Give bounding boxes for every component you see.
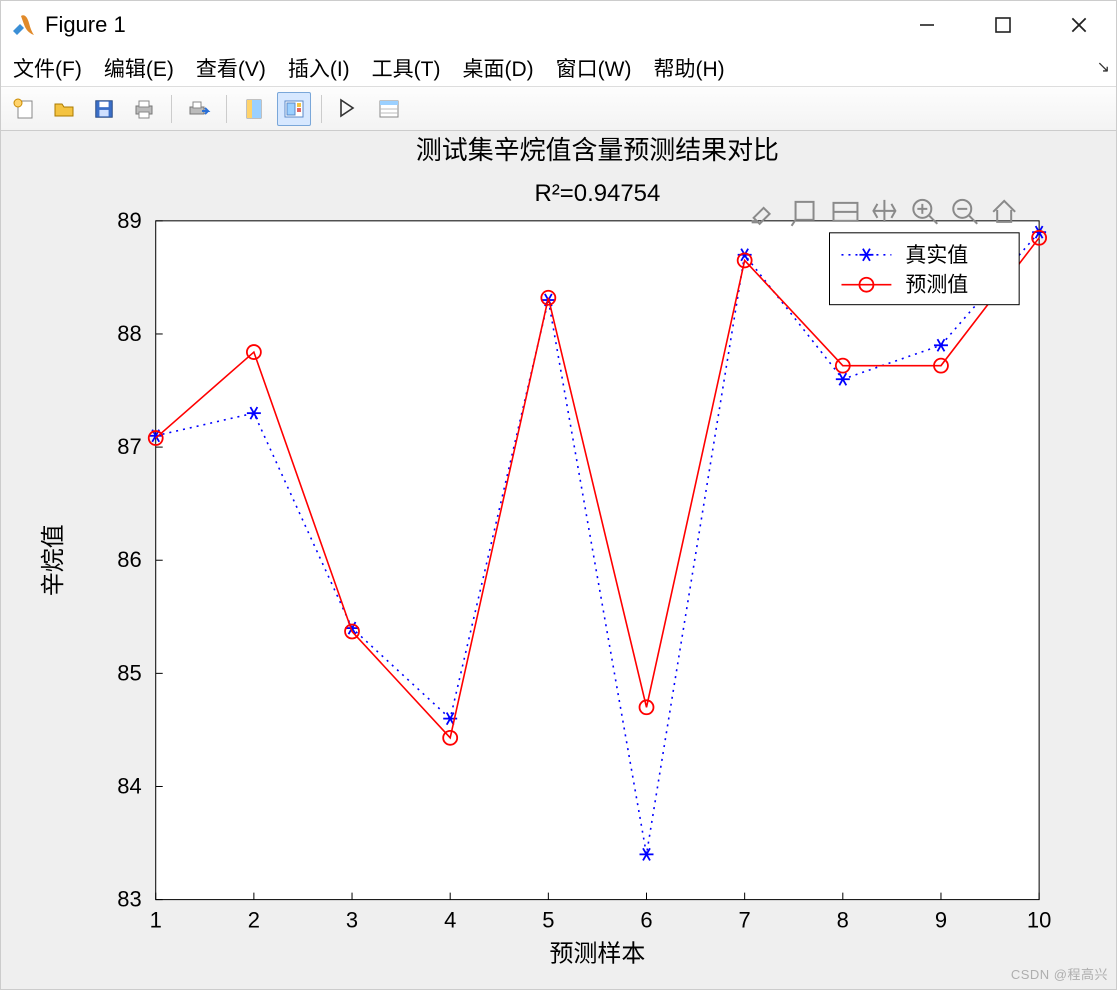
menu-tools[interactable]: 工具(T) [368, 51, 445, 85]
link-plot-button[interactable] [237, 92, 271, 126]
titlebar: Figure 1 [1, 1, 1116, 49]
print-button[interactable] [127, 92, 161, 126]
toolbar [1, 87, 1116, 131]
y-tick-label: 88 [117, 321, 141, 346]
insert-colorbar-button[interactable] [277, 92, 311, 126]
window-title: Figure 1 [45, 12, 126, 38]
x-tick-label: 10 [1027, 908, 1051, 933]
home-icon[interactable] [993, 201, 1015, 222]
x-axis-label: 预测样本 [550, 940, 646, 967]
y-tick-label: 87 [117, 434, 141, 459]
y-tick-label: 83 [117, 887, 141, 912]
chart-svg: 测试集辛烷值含量预测结果对比R²=0.947541234567891083848… [1, 131, 1116, 987]
x-tick-label: 5 [542, 908, 554, 933]
legend-pred-label: 预测值 [905, 274, 968, 297]
y-axis-label: 辛烷值 [40, 524, 67, 596]
menu-file[interactable]: 文件(F) [9, 51, 86, 85]
matlab-icon [11, 13, 35, 37]
window-controls [904, 5, 1102, 45]
y-tick-label: 85 [117, 660, 141, 685]
pan-icon[interactable] [873, 200, 895, 222]
x-tick-label: 4 [444, 908, 456, 933]
new-figure-button[interactable] [7, 92, 41, 126]
x-tick-label: 3 [346, 908, 358, 933]
figure-window: Figure 1 文件(F) 编辑(E) 查看(V) 插入(I) 工具(T) 桌… [0, 0, 1117, 990]
menu-insert[interactable]: 插入(I) [284, 51, 354, 85]
menubar: 文件(F) 编辑(E) 查看(V) 插入(I) 工具(T) 桌面(D) 窗口(W… [1, 49, 1116, 87]
x-tick-label: 1 [150, 908, 162, 933]
chart-title: 测试集辛烷值含量预测结果对比 [416, 136, 779, 165]
watermark-text: CSDN @程高兴 [1011, 964, 1108, 983]
save-button[interactable] [87, 92, 121, 126]
zoom-out-icon[interactable] [953, 200, 977, 224]
menu-view[interactable]: 查看(V) [192, 51, 270, 85]
x-tick-label: 6 [640, 908, 652, 933]
zoom-in-icon[interactable] [913, 200, 937, 224]
menu-help[interactable]: 帮助(H) [649, 51, 728, 85]
edit-plot-button[interactable] [332, 92, 366, 126]
x-tick-label: 8 [837, 908, 849, 933]
dock-arrow-icon[interactable]: ↘ [1097, 57, 1110, 77]
x-tick-label: 7 [739, 908, 751, 933]
menu-edit[interactable]: 编辑(E) [100, 51, 178, 85]
maximize-button[interactable] [980, 5, 1026, 45]
property-inspector-button[interactable] [372, 92, 406, 126]
close-button[interactable] [1056, 5, 1102, 45]
x-tick-label: 2 [248, 908, 260, 933]
figure-canvas: 测试集辛烷值含量预测结果对比R²=0.947541234567891083848… [1, 131, 1116, 989]
y-tick-label: 89 [117, 208, 141, 233]
minimize-button[interactable] [904, 5, 950, 45]
y-tick-label: 86 [117, 547, 141, 572]
legend-true-label: 真实值 [905, 244, 968, 267]
x-tick-label: 9 [935, 908, 947, 933]
menu-window[interactable]: 窗口(W) [552, 51, 636, 85]
rect-zoom-icon[interactable] [833, 203, 857, 221]
chart-subtitle: R²=0.94754 [535, 180, 661, 207]
y-tick-label: 84 [117, 773, 141, 798]
open-button[interactable] [47, 92, 81, 126]
menu-desktop[interactable]: 桌面(D) [458, 51, 537, 85]
print-preview-button[interactable] [182, 92, 216, 126]
